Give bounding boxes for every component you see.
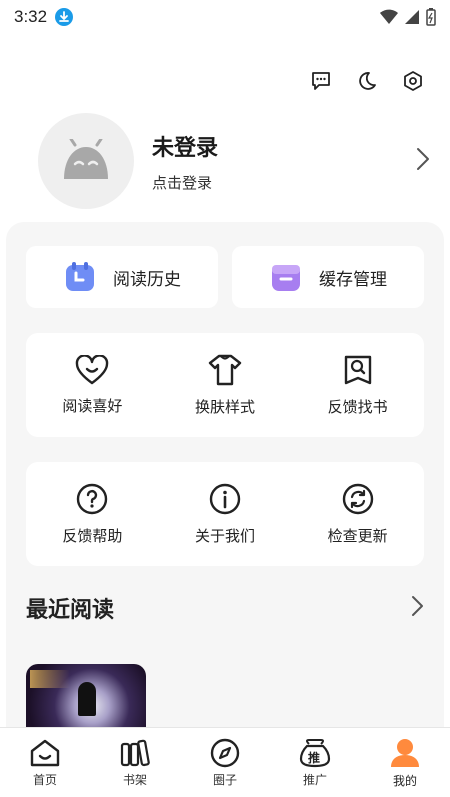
home-icon [30,739,60,766]
cache-manage-label: 缓存管理 [319,269,387,290]
info-icon [209,483,241,514]
download-icon [55,8,74,26]
bookshelf-icon [120,739,150,766]
reading-history-button[interactable]: 阅读历史 [26,246,218,308]
avatar[interactable] [38,113,134,209]
android-avatar-icon [64,139,108,179]
skin-style-label: 换肤样式 [195,397,256,416]
wifi-icon [380,9,398,24]
menu-panel: 阅读历史 缓存管理 阅读喜好 换肤样式 反馈找书 反馈帮助 关于我们 检查更新 … [6,222,444,734]
chevron-right-icon[interactable] [410,595,424,621]
support-card: 反馈帮助 关于我们 检查更新 [26,462,424,566]
promote-icon: 推 [299,738,331,768]
nav-bookshelf-label: 书架 [122,772,147,787]
heart-smile-icon [76,354,109,384]
about-label: 关于我们 [195,526,256,545]
reading-preference-label: 阅读喜好 [62,396,123,415]
help-button[interactable]: 反馈帮助 [26,462,159,566]
promote-badge-text: 推 [308,750,321,765]
find-book-label: 反馈找书 [327,397,388,416]
login-prompt[interactable]: 点击登录 [152,172,218,193]
nav-mine[interactable]: 我的 [360,728,450,797]
cover-light [30,670,70,688]
nav-mine-label: 我的 [392,773,417,788]
nav-circle-label: 圈子 [212,772,237,787]
status-bar: 3:32 [0,0,450,34]
status-icons [380,8,436,26]
question-icon [77,483,108,514]
book-cover[interactable] [26,664,146,734]
message-icon[interactable] [308,68,334,94]
settings-icon[interactable] [400,68,426,94]
night-mode-icon[interactable] [354,68,380,94]
nav-home[interactable]: 首页 [0,728,90,797]
nav-home-label: 首页 [32,772,57,787]
bottom-nav: 首页 书架 圈子 推 推广 我的 [0,727,450,797]
reading-history-label: 阅读历史 [113,269,181,290]
reading-preference-button[interactable]: 阅读喜好 [26,333,159,437]
battery-icon [426,8,436,26]
profile-header[interactable]: 未登录 点击登录 [38,112,430,210]
nav-promote-label: 推广 [302,772,327,787]
status-time: 3:32 [14,7,48,26]
preferences-card: 阅读喜好 换肤样式 反馈找书 [26,333,424,437]
storage-box-icon [272,265,300,291]
recent-reading-header[interactable]: 最近阅读 [26,592,424,624]
nav-bookshelf[interactable]: 书架 [90,728,180,797]
help-label: 反馈帮助 [62,526,123,545]
profile-name[interactable]: 未登录 [152,130,218,162]
book-search-icon [344,355,371,384]
about-button[interactable]: 关于我们 [159,462,292,566]
top-toolbar [308,68,426,94]
check-update-label: 检查更新 [327,526,388,545]
compass-icon [210,738,240,767]
chevron-right-icon[interactable] [414,147,430,175]
person-icon [391,738,419,767]
cache-manage-button[interactable]: 缓存管理 [232,246,424,308]
tshirt-icon [208,354,242,385]
refresh-icon [342,483,373,514]
skin-style-button[interactable]: 换肤样式 [159,333,292,437]
clock-calendar-icon [66,262,94,291]
nav-circle[interactable]: 圈子 [180,728,270,797]
recent-reading-title: 最近阅读 [26,598,115,623]
check-update-button[interactable]: 检查更新 [291,462,424,566]
nav-promote[interactable]: 推 推广 [270,728,360,797]
quick-actions: 阅读历史 缓存管理 [26,246,424,308]
signal-icon [405,10,419,24]
cover-figure [78,682,96,716]
find-book-button[interactable]: 反馈找书 [291,333,424,437]
